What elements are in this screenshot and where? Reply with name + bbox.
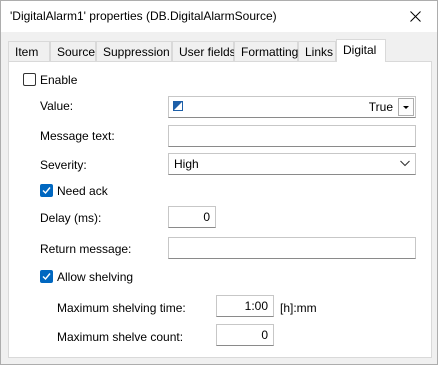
need-ack-label: Need ack (57, 184, 108, 198)
close-icon (409, 11, 421, 22)
message-text-label: Message text: (40, 129, 115, 143)
tab-links[interactable]: Links (298, 41, 336, 61)
max-shelving-time-input[interactable]: 1:00 (216, 295, 274, 317)
max-shelving-time-label: Maximum shelving time: (57, 301, 186, 315)
tab-user-fields[interactable]: User fields (172, 41, 236, 61)
message-text-input[interactable] (168, 125, 416, 147)
max-shelve-count-label: Maximum shelve count: (57, 330, 184, 344)
return-message-label: Return message: (40, 242, 132, 256)
tab-strip: Item Source Suppression User fields Form… (8, 39, 432, 62)
severity-label: Severity: (40, 158, 87, 172)
allow-shelving-label: Allow shelving (57, 270, 134, 284)
enable-checkbox[interactable] (23, 73, 36, 86)
enable-label: Enable (40, 73, 78, 87)
severity-selected: High (174, 157, 199, 171)
max-shelving-time-unit: [h]:mm (280, 301, 317, 315)
value-type-icon (173, 101, 183, 111)
value-selector[interactable]: True (168, 96, 416, 118)
check-icon (42, 273, 51, 281)
check-icon (42, 187, 51, 195)
delay-label: Delay (ms): (40, 211, 102, 225)
close-button[interactable] (393, 1, 437, 32)
max-shelve-count-input[interactable]: 0 (216, 324, 274, 346)
severity-select[interactable]: High (168, 153, 416, 175)
value-dropdown-button[interactable] (398, 98, 414, 116)
value-label: Value: (40, 99, 74, 113)
value-selected: True (368, 100, 393, 114)
return-message-input[interactable] (168, 237, 416, 259)
tab-formatting[interactable]: Formatting (234, 41, 298, 61)
caret-down-icon (403, 105, 409, 109)
tab-suppression[interactable]: Suppression (96, 41, 172, 61)
need-ack-checkbox[interactable] (40, 184, 53, 197)
allow-shelving-checkbox[interactable] (40, 270, 53, 283)
tab-item[interactable]: Item (8, 41, 50, 61)
properties-dialog: 'DigitalAlarm1' properties (DB.DigitalAl… (0, 0, 438, 365)
chevron-down-icon (400, 160, 410, 167)
tab-digital[interactable]: Digital (336, 39, 386, 62)
window-title: 'DigitalAlarm1' properties (DB.DigitalAl… (10, 9, 277, 23)
title-bar: 'DigitalAlarm1' properties (DB.DigitalAl… (1, 1, 437, 32)
tab-source[interactable]: Source (50, 41, 96, 61)
delay-input[interactable]: 0 (168, 206, 216, 228)
